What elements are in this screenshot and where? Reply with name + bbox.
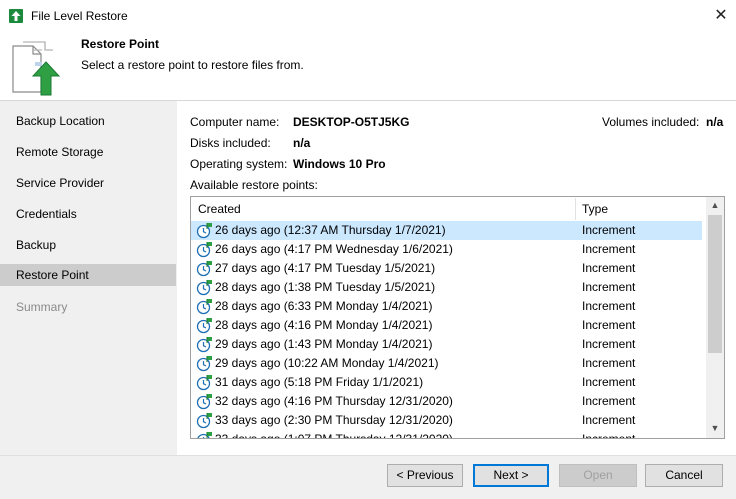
restore-points-list[interactable]: Created Type 26 days ago (12:37 AM Thurs… (190, 196, 725, 439)
type-cell: Increment (582, 337, 636, 351)
created-cell: 29 days ago (10:22 AM Monday 1/4/2021) (215, 356, 439, 370)
created-cell: 32 days ago (4:16 PM Thursday 12/31/2020… (215, 394, 453, 408)
created-cell: 33 days ago (1:07 PM Thursday 12/31/2020… (215, 432, 453, 439)
vertical-scrollbar[interactable]: ▲ ▼ (706, 197, 724, 438)
restore-point-clock-icon (196, 260, 213, 277)
type-cell: Increment (582, 280, 636, 294)
computer-name-label: Computer name: (190, 115, 280, 129)
restore-point-clock-icon (196, 393, 213, 410)
restore-point-clock-icon (196, 317, 213, 334)
type-cell: Increment (582, 261, 636, 275)
column-header-created[interactable]: Created (191, 197, 575, 221)
sidebar-item-credentials[interactable]: Credentials (0, 203, 176, 225)
sidebar-item-restore-point[interactable]: Restore Point (0, 264, 176, 286)
restore-point-clock-icon (196, 241, 213, 258)
created-cell: 26 days ago (12:37 AM Thursday 1/7/2021) (215, 223, 446, 237)
disks-included-label: Disks included: (190, 136, 271, 150)
table-row[interactable]: 32 days ago (4:16 PM Thursday 12/31/2020… (191, 392, 702, 411)
restore-point-clock-icon (196, 355, 213, 372)
type-cell: Increment (582, 299, 636, 313)
table-row[interactable]: 27 days ago (4:17 PM Tuesday 1/5/2021) In… (191, 259, 702, 278)
available-restore-points-label: Available restore points: (190, 178, 318, 192)
restore-point-clock-icon (196, 412, 213, 429)
scroll-up-icon[interactable]: ▲ (706, 197, 724, 214)
type-cell: Increment (582, 432, 636, 439)
computer-name-value: DESKTOP-O5TJ5KG (293, 115, 410, 129)
sidebar-item-remote-storage[interactable]: Remote Storage (0, 141, 176, 163)
table-row[interactable]: 31 days ago (5:18 PM Friday 1/1/2021) Inc… (191, 373, 702, 392)
operating-system-label: Operating system: (190, 157, 288, 171)
table-row[interactable]: 26 days ago (4:17 PM Wednesday 1/6/2021)… (191, 240, 702, 259)
list-header: Created Type (191, 197, 706, 221)
table-row[interactable]: 26 days ago (12:37 AM Thursday 1/7/2021)… (191, 221, 702, 240)
type-cell: Increment (582, 223, 636, 237)
page-title: Restore Point (81, 37, 160, 51)
type-cell: Increment (582, 356, 636, 370)
type-cell: Increment (582, 318, 636, 332)
column-header-type[interactable]: Type (575, 197, 706, 221)
restore-point-clock-icon (196, 222, 213, 239)
restore-point-clock-icon (196, 298, 213, 315)
restore-point-clock-icon (196, 279, 213, 296)
type-cell: Increment (582, 375, 636, 389)
created-cell: 27 days ago (4:17 PM Tuesday 1/5/2021) (215, 261, 436, 275)
sidebar-item-backup-location[interactable]: Backup Location (0, 110, 176, 132)
table-row[interactable]: 29 days ago (1:43 PM Monday 1/4/2021) Inc… (191, 335, 702, 354)
previous-button[interactable]: < Previous (387, 464, 463, 487)
table-row[interactable]: 29 days ago (10:22 AM Monday 1/4/2021) In… (191, 354, 702, 373)
table-row[interactable]: 28 days ago (1:38 PM Tuesday 1/5/2021) In… (191, 278, 702, 297)
disks-included-value: n/a (293, 136, 311, 150)
table-row[interactable]: 28 days ago (6:33 PM Monday 1/4/2021) Inc… (191, 297, 702, 316)
operating-system-value: Windows 10 Pro (293, 157, 386, 171)
type-cell: Increment (582, 394, 636, 408)
wizard-sidebar: Backup Location Remote Storage Service P… (0, 101, 177, 455)
type-cell: Increment (582, 242, 636, 256)
sidebar-item-service-provider[interactable]: Service Provider (0, 172, 176, 194)
table-row[interactable]: 33 days ago (1:07 PM Thursday 12/31/2020… (191, 430, 702, 439)
restore-point-clock-icon (196, 374, 213, 391)
table-row[interactable]: 33 days ago (2:30 PM Thursday 12/31/2020… (191, 411, 702, 430)
open-button: Open (559, 464, 637, 487)
sidebar-item-backup[interactable]: Backup (0, 234, 176, 256)
created-cell: 28 days ago (4:16 PM Monday 1/4/2021) (215, 318, 433, 332)
restore-point-clock-icon (196, 336, 213, 353)
scroll-down-icon[interactable]: ▼ (706, 420, 724, 437)
volumes-included-label: Volumes included: (602, 115, 700, 129)
created-cell: 28 days ago (6:33 PM Monday 1/4/2021) (215, 299, 433, 313)
type-cell: Increment (582, 413, 636, 427)
window-title: File Level Restore (31, 9, 128, 23)
document-restore-icon (12, 41, 61, 96)
cancel-button[interactable]: Cancel (645, 464, 723, 487)
created-cell: 26 days ago (4:17 PM Wednesday 1/6/2021) (215, 242, 453, 256)
next-button[interactable]: Next > (473, 464, 549, 487)
restore-point-clock-icon (196, 431, 213, 438)
wizard-footer: < Previous Next > Open Cancel (0, 455, 736, 499)
close-icon[interactable]: ✕ (706, 3, 736, 29)
title-bar: File Level Restore ✕ (0, 0, 736, 32)
created-cell: 33 days ago (2:30 PM Thursday 12/31/2020… (215, 413, 453, 427)
list-rows: 26 days ago (12:37 AM Thursday 1/7/2021)… (191, 221, 702, 439)
wizard-header: Restore Point Select a restore point to … (0, 32, 736, 100)
scrollbar-thumb[interactable] (708, 215, 722, 353)
sidebar-item-summary: Summary (16, 300, 68, 314)
created-cell: 31 days ago (5:18 PM Friday 1/1/2021) (215, 375, 424, 389)
created-cell: 28 days ago (1:38 PM Tuesday 1/5/2021) (215, 280, 436, 294)
created-cell: 29 days ago (1:43 PM Monday 1/4/2021) (215, 337, 433, 351)
veeam-restore-app-icon (9, 9, 23, 23)
table-row[interactable]: 28 days ago (4:16 PM Monday 1/4/2021) Inc… (191, 316, 702, 335)
volumes-included-value: n/a (706, 115, 724, 129)
page-subtitle: Select a restore point to restore files … (81, 58, 304, 72)
